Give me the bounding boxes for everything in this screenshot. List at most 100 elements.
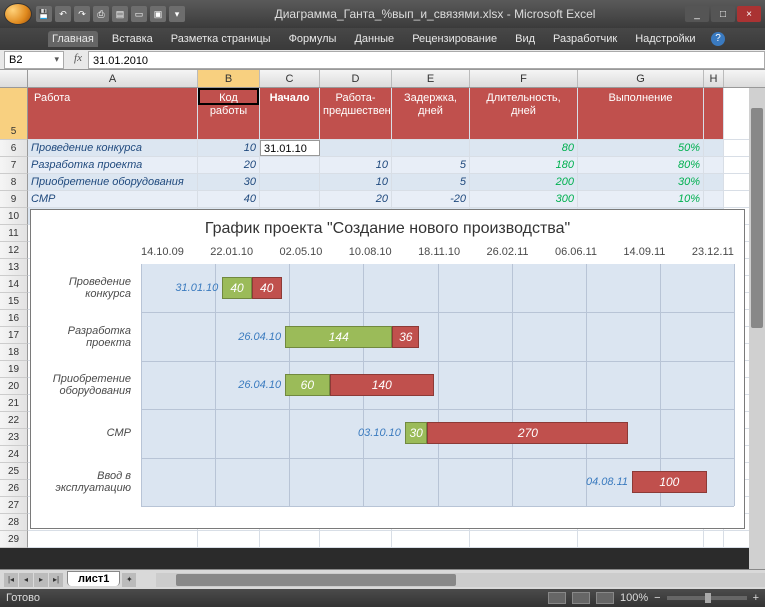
cell[interactable]: 10 — [198, 140, 260, 156]
cell[interactable]: 10 — [320, 174, 392, 190]
row-header-13[interactable]: 13 — [0, 259, 28, 276]
qat-new-icon[interactable]: ▭ — [131, 6, 147, 22]
row-header-7[interactable]: 7 — [0, 157, 28, 174]
zoom-in-button[interactable]: + — [753, 592, 759, 604]
row-header-15[interactable]: 15 — [0, 293, 28, 310]
gantt-chart[interactable]: График проекта "Создание нового производ… — [30, 209, 745, 529]
cell[interactable]: СМР — [28, 191, 198, 207]
minimize-button[interactable]: _ — [685, 6, 709, 22]
row-header-26[interactable]: 26 — [0, 480, 28, 497]
row-header-23[interactable]: 23 — [0, 429, 28, 446]
help-icon[interactable]: ? — [711, 32, 725, 46]
row-header-19[interactable]: 19 — [0, 361, 28, 378]
cell[interactable] — [260, 174, 320, 190]
bar-complete[interactable]: 144 — [285, 326, 392, 348]
cell[interactable] — [578, 531, 704, 547]
qat-save-icon[interactable]: 💾 — [36, 6, 52, 22]
cell[interactable]: 50% — [578, 140, 704, 156]
qat-preview-icon[interactable]: ▤ — [112, 6, 128, 22]
fx-icon[interactable]: fx — [70, 52, 86, 68]
view-layout-icon[interactable] — [572, 592, 590, 604]
cell[interactable]: 30% — [578, 174, 704, 190]
qat-more-icon[interactable]: ▾ — [169, 6, 185, 22]
cell[interactable] — [704, 157, 724, 173]
name-box[interactable]: B2 — [4, 51, 64, 69]
cell[interactable]: Задержка, дней — [392, 88, 470, 139]
cell[interactable] — [260, 157, 320, 173]
cell[interactable] — [704, 531, 724, 547]
new-sheet-button[interactable]: ✦ — [122, 573, 136, 587]
row-header-10[interactable]: 10 — [0, 208, 28, 225]
ribbon-tab-1[interactable]: Вставка — [108, 31, 157, 47]
sheet-tab-active[interactable]: лист1 — [67, 571, 120, 586]
row-header-27[interactable]: 27 — [0, 497, 28, 514]
cell[interactable]: 180 — [470, 157, 578, 173]
row-header-14[interactable]: 14 — [0, 276, 28, 293]
cell[interactable]: 80% — [578, 157, 704, 173]
zoom-level[interactable]: 100% — [620, 592, 648, 604]
col-header-B[interactable]: B — [198, 70, 260, 87]
cell[interactable] — [704, 140, 724, 156]
row-header-6[interactable]: 6 — [0, 140, 28, 157]
ribbon-tab-7[interactable]: Разработчик — [549, 31, 621, 47]
cell[interactable]: Работа — [28, 88, 198, 139]
cell[interactable] — [320, 140, 392, 156]
row-header-28[interactable]: 28 — [0, 514, 28, 531]
office-button[interactable] — [4, 3, 32, 25]
bar-remaining[interactable]: 270 — [427, 422, 628, 444]
cell[interactable]: -20 — [392, 191, 470, 207]
cell[interactable]: 10 — [320, 157, 392, 173]
cell[interactable]: Приобретение оборудования — [28, 174, 198, 190]
cell[interactable]: 5 — [392, 174, 470, 190]
sheet-nav-last[interactable]: ▸| — [49, 573, 63, 587]
col-header-F[interactable]: F — [470, 70, 578, 87]
ribbon-tab-4[interactable]: Данные — [350, 31, 398, 47]
row-header-24[interactable]: 24 — [0, 446, 28, 463]
qat-print-icon[interactable]: ⎙ — [93, 6, 109, 22]
row-header-21[interactable]: 21 — [0, 395, 28, 412]
formula-input[interactable]: 31.01.2010 — [88, 51, 765, 69]
bar-complete[interactable]: 60 — [285, 374, 329, 396]
row-header-12[interactable]: 12 — [0, 242, 28, 259]
cell[interactable]: Длительность, дней — [470, 88, 578, 139]
sheet-nav-prev[interactable]: ◂ — [19, 573, 33, 587]
select-all-corner[interactable] — [0, 70, 28, 87]
ribbon-tab-0[interactable]: Главная — [48, 31, 98, 47]
cell[interactable]: 30 — [198, 174, 260, 190]
row-header-17[interactable]: 17 — [0, 327, 28, 344]
horizontal-scrollbar[interactable] — [156, 573, 765, 587]
cell[interactable]: 200 — [470, 174, 578, 190]
zoom-slider[interactable] — [667, 596, 747, 600]
close-button[interactable]: × — [737, 6, 761, 22]
cell[interactable]: 80 — [470, 140, 578, 156]
row-header-22[interactable]: 22 — [0, 412, 28, 429]
ribbon-tab-6[interactable]: Вид — [511, 31, 539, 47]
sheet-nav-next[interactable]: ▸ — [34, 573, 48, 587]
col-header-G[interactable]: G — [578, 70, 704, 87]
cell[interactable] — [392, 140, 470, 156]
cell[interactable] — [28, 531, 198, 547]
cell[interactable] — [260, 191, 320, 207]
view-normal-icon[interactable] — [548, 592, 566, 604]
cell[interactable]: 20 — [320, 191, 392, 207]
cell[interactable]: Работа-предшественник — [320, 88, 392, 139]
row-header-11[interactable]: 11 — [0, 225, 28, 242]
cell[interactable] — [198, 531, 260, 547]
col-header-A[interactable]: A — [28, 70, 198, 87]
maximize-button[interactable]: □ — [711, 6, 735, 22]
col-header-C[interactable]: C — [260, 70, 320, 87]
ribbon-tab-3[interactable]: Формулы — [285, 31, 341, 47]
cell[interactable]: 5 — [392, 157, 470, 173]
cell[interactable]: 20 — [198, 157, 260, 173]
row-header-29[interactable]: 29 — [0, 531, 28, 548]
qat-undo-icon[interactable]: ↶ — [55, 6, 71, 22]
row-header-8[interactable]: 8 — [0, 174, 28, 191]
col-header-H[interactable]: H — [704, 70, 724, 87]
row-header-20[interactable]: 20 — [0, 378, 28, 395]
row-header-16[interactable]: 16 — [0, 310, 28, 327]
col-header-D[interactable]: D — [320, 70, 392, 87]
bar-remaining[interactable]: 36 — [392, 326, 419, 348]
vertical-scrollbar[interactable] — [749, 88, 765, 569]
cell[interactable]: Проведение конкурса — [28, 140, 198, 156]
cell[interactable] — [704, 174, 724, 190]
